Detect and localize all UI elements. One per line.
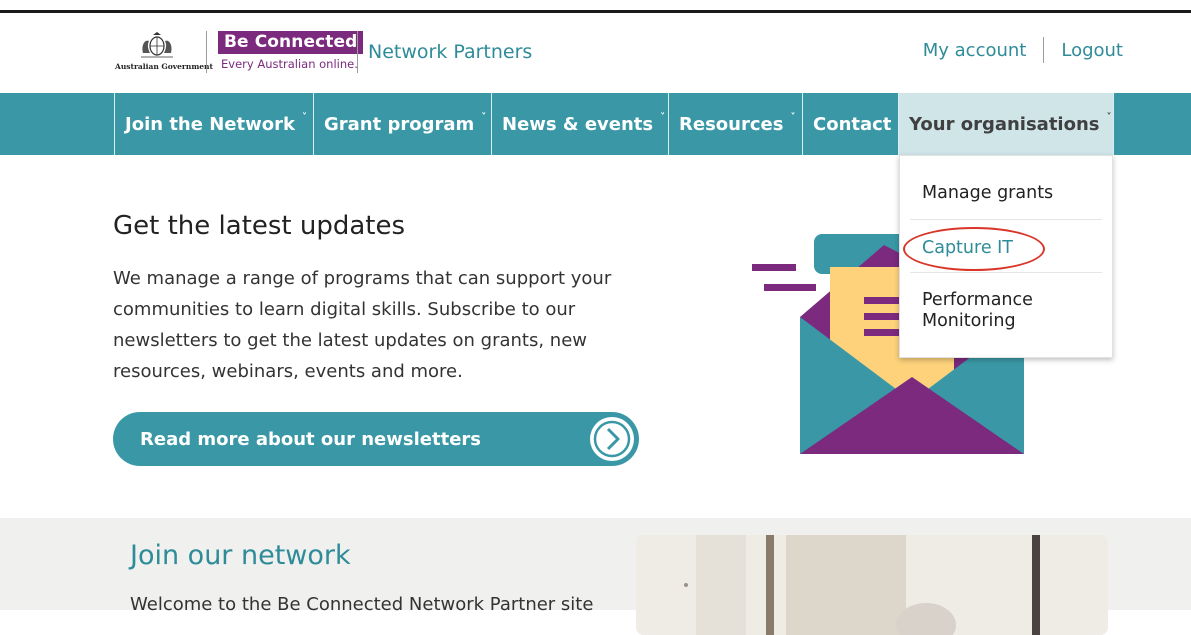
brand-tagline: Every Australian online. (221, 57, 358, 71)
nav-item-label: Resources (679, 113, 784, 135)
chevron-down-icon: ˅ (660, 111, 666, 123)
dropdown-item-label-line1: Performance (922, 290, 1033, 310)
account-links: My account Logout (923, 37, 1123, 63)
coat-of-arms-icon (141, 32, 173, 58)
nav-item-label: Grant program (324, 113, 475, 135)
logout-link[interactable]: Logout (1061, 40, 1123, 61)
dropdown-divider (910, 219, 1102, 220)
header-divider (206, 31, 207, 73)
dropdown-item-label-line2: Monitoring (922, 311, 1016, 331)
chevron-down-icon: ˅ (301, 111, 307, 123)
nav-item-contact[interactable]: Contact (802, 93, 898, 155)
cta-label: Read more about our newsletters (140, 428, 481, 450)
dropdown-item-manage-grants[interactable]: Manage grants (922, 183, 1053, 204)
account-links-divider (1043, 37, 1045, 63)
nav-item-news-events[interactable]: News & events ˅ (491, 93, 668, 155)
nav-item-join-the-network[interactable]: Join the Network ˅ (114, 93, 313, 155)
join-title: Join our network (130, 540, 351, 571)
nav-item-resources[interactable]: Resources ˅ (668, 93, 802, 155)
australian-government-logo[interactable]: Australian Government (115, 31, 213, 75)
nav-item-your-organisations[interactable]: Your organisations ˅ (898, 93, 1113, 155)
newsletter-cta-button[interactable]: Read more about our newsletters (113, 412, 639, 466)
capture-it-highlight-annotation (903, 227, 1045, 271)
site-header: Australian Government Be Connected Every… (0, 13, 1191, 93)
nav-item-label: Contact (813, 113, 892, 135)
nav-item-label: Join the Network (125, 113, 295, 135)
brand-name: Be Connected (218, 31, 364, 54)
site-title[interactable]: Network Partners (368, 41, 532, 63)
dropdown-item-performance-monitoring[interactable]: Performance Monitoring (922, 290, 1033, 332)
be-connected-logo[interactable]: Be Connected Every Australian online. (218, 31, 364, 71)
hero-title: Get the latest updates (113, 211, 406, 241)
community-photo (636, 535, 1108, 635)
nav-item-grant-program[interactable]: Grant program ˅ (313, 93, 491, 155)
join-network-section: Join our network Welcome to the Be Conne… (0, 518, 1191, 635)
chevron-down-icon: ˅ (790, 111, 796, 123)
my-account-link[interactable]: My account (923, 40, 1027, 61)
hero-body: We manage a range of programs that can s… (113, 268, 612, 382)
gov-logo-text: Australian Government (115, 62, 213, 71)
join-body: Welcome to the Be Connected Network Part… (130, 594, 594, 615)
nav-item-label: Your organisations (909, 113, 1100, 135)
main-nav: Join the Network ˅ Grant program ˅ News & … (0, 93, 1191, 155)
nav-item-label: News & events (502, 113, 654, 135)
chevron-down-icon: ˅ (1106, 111, 1112, 123)
header-divider (357, 31, 358, 73)
dropdown-divider (910, 272, 1102, 273)
arrow-right-circle-icon (590, 417, 634, 461)
nav-divider (1113, 93, 1114, 155)
chevron-down-icon: ˅ (481, 111, 487, 123)
